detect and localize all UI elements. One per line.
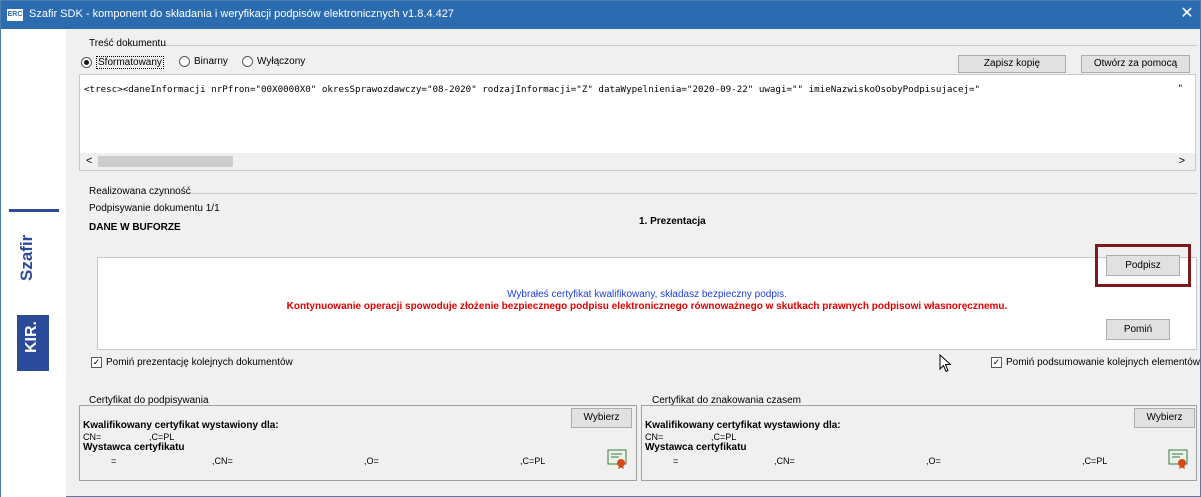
timestamp-cert-issuer-eq: = [673,456,679,466]
radio-disabled[interactable]: Wyłączony [242,56,305,67]
horizontal-scrollbar[interactable]: < > [80,153,1195,170]
stage-title: 1. Prezentacja [639,216,706,227]
scroll-right-icon[interactable]: > [1179,155,1185,167]
radio-formatted-label: Sformatowany [96,56,164,69]
window-title: Szafir SDK - komponent do składania i we… [29,8,454,20]
document-content-view[interactable]: <tresc><daneInformacji nrPfron="00X0000X… [79,74,1196,171]
radio-binary-label: Binarny [194,56,228,67]
document-xml-text: <tresc><daneInformacji nrPfron="00X0000X… [84,84,981,95]
warning-message: Kontynuowanie operacji spowoduje złożeni… [286,301,1008,312]
signing-cert-heading: Kwalifikowany certyfikat wystawiony dla: [83,420,279,431]
progress-text: Podpisywanie dokumentu 1/1 [89,203,220,214]
timestamp-cert-cn: CN= [645,432,664,442]
timestamp-cert-choose-button[interactable]: Wybierz [1134,408,1195,428]
main-window: ERC Szafir SDK - komponent do składania … [0,0,1201,497]
skip-summary-box[interactable]: ✓ [991,357,1002,368]
skip-summary-checkbox[interactable]: ✓ Pomiń podsumowanie kolejnych elementów [991,357,1200,368]
activity-group-label: Realizowana czynność [89,186,191,197]
timestamp-certificate-icon[interactable] [1168,449,1188,469]
save-copy-button[interactable]: Zapisz kopię [958,55,1066,73]
radio-binary[interactable]: Binarny [179,56,228,67]
brand-sidebar: Szafir KIR. [1,29,66,497]
message-panel: Wybrałeś certyfikat kwalifikowany, skład… [97,257,1197,350]
radio-formatted-dot[interactable] [81,57,92,68]
brand-divider [9,209,59,212]
signing-cert-issuer-eq: = [111,456,117,466]
radio-disabled-dot[interactable] [242,56,253,67]
signing-cert-c: ,C=PL [149,432,175,442]
activity-group-border [159,193,1197,194]
signing-cert-issuer-cn: ,CN= [212,456,233,466]
timestamp-cert-issuer-o: ,O= [926,456,941,466]
document-xml-trailing: " [1177,84,1183,94]
radio-binary-dot[interactable] [179,56,190,67]
scroll-left-icon[interactable]: < [86,155,92,167]
skip-presentation-label: Pomiń prezentację kolejnych dokumentów [106,357,293,368]
info-message: Wybrałeś certyfikat kwalifikowany, skład… [507,289,787,300]
close-icon[interactable]: ✕ [1178,5,1196,23]
title-bar[interactable]: ERC Szafir SDK - komponent do składania … [1,1,1200,29]
brand-logo: Szafir KIR. [17,229,49,429]
skip-presentation-checkbox[interactable]: ✓ Pomiń prezentację kolejnych dokumentów [91,357,293,368]
open-with-button[interactable]: Otwórz za pomocą [1081,55,1190,73]
content-group-label: Treść dokumentu [89,38,166,49]
timestamp-cert-c: ,C=PL [711,432,737,442]
signing-cert-choose-button[interactable]: Wybierz [571,408,632,428]
timestamp-cert-issuer-heading: Wystawca certyfikatu [645,442,747,453]
timestamp-cert-issuer-c: ,C=PL [1082,456,1108,466]
mouse-pointer-icon [939,354,952,373]
app-icon: ERC [7,9,23,21]
signing-cert-issuer-o: ,O= [364,456,379,466]
timestamp-cert-heading: Kwalifikowany certyfikat wystawiony dla: [645,420,841,431]
skip-presentation-box[interactable]: ✓ [91,357,102,368]
skip-button[interactable]: Pomiń [1106,319,1170,340]
content-group-border [126,45,1197,46]
timestamp-cert-panel: Kwalifikowany certyfikat wystawiony dla:… [641,405,1197,481]
radio-formatted[interactable]: Sformatowany [81,56,164,69]
signing-cert-issuer-heading: Wystawca certyfikatu [83,442,185,453]
signing-certificate-icon[interactable] [607,449,627,469]
radio-disabled-label: Wyłączony [257,56,306,67]
sign-button[interactable]: Podpisz [1106,255,1180,276]
timestamp-cert-issuer-cn: ,CN= [774,456,795,466]
skip-summary-label: Pomiń podsumowanie kolejnych elementów [1006,357,1200,368]
kir-logo: KIR. [17,315,49,371]
signing-cert-issuer-c: ,C=PL [520,456,546,466]
szafir-logo: Szafir [17,234,36,282]
buffer-status: DANE W BUFORZE [89,222,181,233]
scrollbar-thumb[interactable] [98,156,233,167]
signing-cert-panel: Kwalifikowany certyfikat wystawiony dla:… [79,405,637,481]
signing-cert-cn: CN= [83,432,102,442]
